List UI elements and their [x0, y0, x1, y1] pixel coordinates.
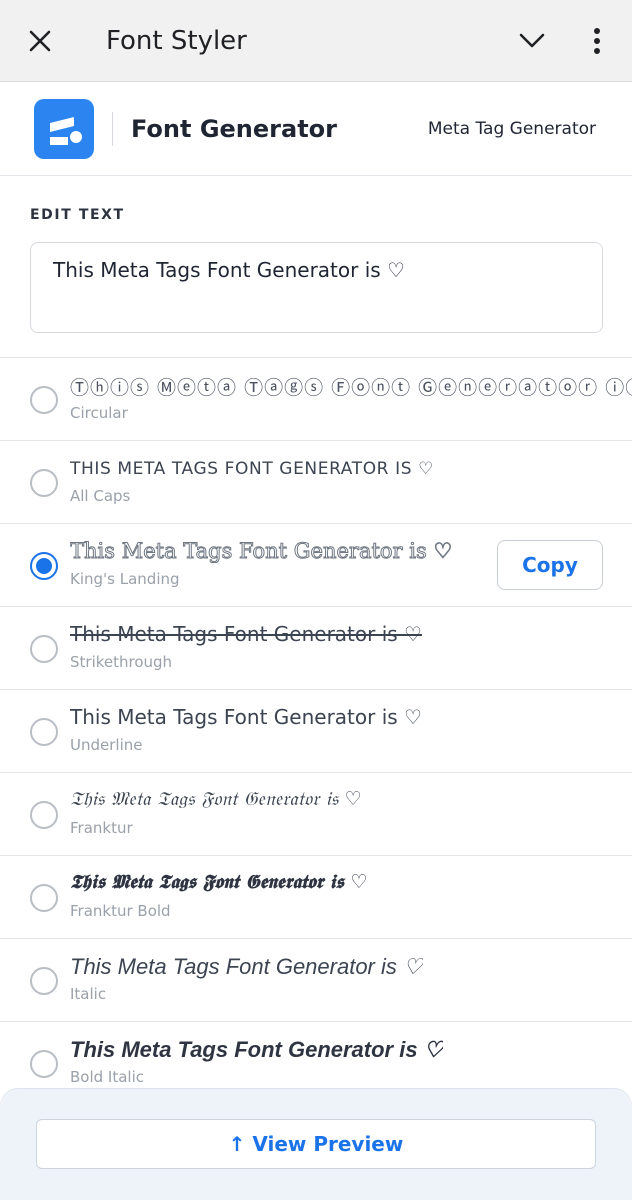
site-header: Font Generator Meta Tag Generator — [0, 82, 632, 176]
style-row-circular[interactable]: Ⓣⓗⓘⓢ Ⓜⓔⓣⓐ Ⓣⓐⓖⓢ Ⓕⓞⓝⓣ Ⓖⓔⓝⓔⓡⓐⓣⓞⓡ ⓘⓢ ♡ Circu… — [0, 357, 632, 440]
style-row-kings-landing[interactable]: This Meta Tags Font Generator is ♡ King'… — [0, 523, 632, 606]
close-icon — [29, 30, 51, 51]
style-radio[interactable] — [30, 386, 58, 414]
chevron-down-icon — [519, 33, 545, 47]
logo-mark-icon — [50, 116, 82, 145]
style-sample: THIS META TAGS FONT GENERATOR IS ♡ — [70, 459, 434, 479]
style-name: All Caps — [70, 487, 131, 505]
style-sample: This Meta Tags Font Generator is ♡ — [70, 1037, 444, 1062]
meta-tag-generator-link[interactable]: Meta Tag Generator — [428, 119, 596, 139]
style-radio[interactable] — [30, 469, 58, 497]
style-row-strikethrough[interactable]: This Meta Tags Font Generator is ♡ Strik… — [0, 606, 632, 689]
more-vertical-icon — [594, 27, 600, 54]
header-divider — [112, 111, 113, 146]
edit-text-input[interactable]: This Meta Tags Font Generator is ♡ — [30, 242, 603, 333]
style-sample: This Meta Tags Font Generator is ♡ — [70, 622, 422, 646]
site-logo[interactable] — [34, 98, 94, 159]
style-radio[interactable] — [30, 967, 58, 995]
close-button[interactable] — [0, 0, 80, 82]
brand-name[interactable]: Font Generator — [131, 115, 428, 143]
app-title: Font Styler — [106, 25, 247, 56]
style-row-underline[interactable]: This Meta Tags Font Generator is ♡ Under… — [0, 689, 632, 772]
style-sample: Ⓣⓗⓘⓢ Ⓜⓔⓣⓐ Ⓣⓐⓖⓢ Ⓕⓞⓝⓣ Ⓖⓔⓝⓔⓡⓐⓣⓞⓡ ⓘⓢ ♡ — [70, 377, 632, 399]
style-sample: 𝔗𝔥𝔦𝔰 𝔐𝔢𝔱𝔞 𝔗𝔞𝔤𝔰 𝔉𝔬𝔫𝔱 𝔊𝔢𝔫𝔢𝔯𝔞𝔱𝔬𝔯 𝔦𝔰 ♡ — [70, 788, 363, 810]
expand-button[interactable] — [502, 0, 562, 82]
style-name: Italic — [70, 985, 107, 1003]
style-name: Strikethrough — [70, 653, 173, 671]
style-name: Underline — [70, 736, 143, 754]
style-radio[interactable] — [30, 801, 58, 829]
style-sample: This Meta Tags Font Generator is ♡ — [70, 705, 422, 729]
app-bar: Font Styler — [0, 0, 632, 82]
style-row-italic[interactable]: This Meta Tags Font Generator is ♡ Itali… — [0, 938, 632, 1021]
bottom-sheet: ↑ View Preview — [0, 1088, 632, 1200]
edit-text-label: EDIT TEXT — [30, 207, 125, 223]
style-name: Bold Italic — [70, 1068, 145, 1086]
style-radio[interactable] — [30, 635, 58, 663]
style-sample: 𝕿𝖍𝖎𝖘 𝕸𝖊𝖙𝖆 𝕿𝖆𝖌𝖘 𝕱𝖔𝖓𝖙 𝕲𝖊𝖓𝖊𝖗𝖆𝖙𝖔𝖗 𝖎𝖘 ♡ — [70, 871, 368, 893]
font-style-list: Ⓣⓗⓘⓢ Ⓜⓔⓣⓐ Ⓣⓐⓖⓢ Ⓕⓞⓝⓣ Ⓖⓔⓝⓔⓡⓐⓣⓞⓡ ⓘⓢ ♡ Circu… — [0, 357, 632, 1104]
style-name: King's Landing — [70, 570, 180, 588]
style-radio[interactable] — [30, 884, 58, 912]
style-name: Franktur — [70, 819, 133, 837]
style-radio[interactable] — [30, 1050, 58, 1078]
more-options-button[interactable] — [562, 0, 632, 82]
style-radio[interactable] — [30, 718, 58, 746]
style-sample: This Meta Tags Font Generator is ♡ — [70, 954, 423, 979]
style-row-franktur-bold[interactable]: 𝕿𝖍𝖎𝖘 𝕸𝖊𝖙𝖆 𝕿𝖆𝖌𝖘 𝕱𝖔𝖓𝖙 𝕲𝖊𝖓𝖊𝖗𝖆𝖙𝖔𝖗 𝖎𝖘 ♡ Frank… — [0, 855, 632, 938]
style-row-all-caps[interactable]: THIS META TAGS FONT GENERATOR IS ♡ All C… — [0, 440, 632, 523]
style-name: Circular — [70, 404, 128, 422]
view-preview-button[interactable]: ↑ View Preview — [36, 1119, 596, 1169]
style-sample: This Meta Tags Font Generator is ♡ — [70, 539, 453, 563]
style-name: Franktur Bold — [70, 902, 171, 920]
style-row-franktur[interactable]: 𝔗𝔥𝔦𝔰 𝔐𝔢𝔱𝔞 𝔗𝔞𝔤𝔰 𝔉𝔬𝔫𝔱 𝔊𝔢𝔫𝔢𝔯𝔞𝔱𝔬𝔯 𝔦𝔰 ♡ Frank… — [0, 772, 632, 855]
copy-button[interactable]: Copy — [497, 540, 603, 590]
style-radio-selected[interactable] — [30, 552, 58, 580]
